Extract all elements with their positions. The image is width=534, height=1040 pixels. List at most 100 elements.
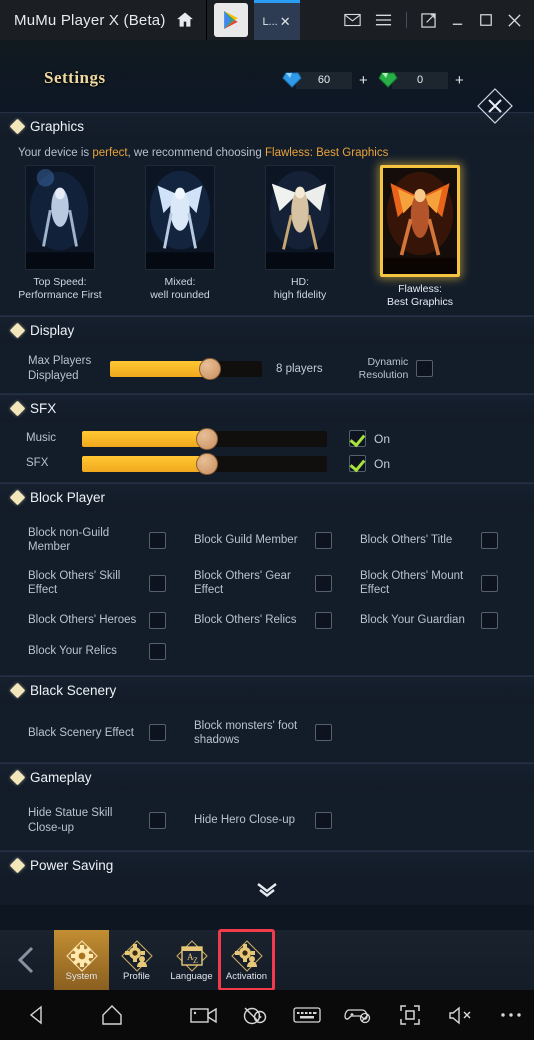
- settings-tab-strip: System Profile A Z Language Activation: [0, 929, 534, 990]
- menu-icon[interactable]: [375, 13, 392, 27]
- emulator-window: MuMu Player X (Beta) L... ✕ Settings 60 …: [0, 0, 534, 1040]
- max-players-label-line2: Displayed: [28, 369, 79, 382]
- window-controls: [344, 12, 534, 28]
- dynamic-resolution-checkbox[interactable]: [416, 360, 434, 378]
- sfx-toggle-checkbox[interactable]: [349, 455, 366, 472]
- slider-knob[interactable]: [195, 427, 218, 450]
- currency-green-add-button[interactable]: +: [455, 73, 464, 88]
- option-block-others-gear-effect[interactable]: Block Others' Gear Effect: [166, 562, 332, 605]
- game-tab[interactable]: L... ✕: [253, 0, 300, 40]
- graphics-label-line2: Best Graphics: [387, 296, 453, 309]
- option-checkbox[interactable]: [315, 531, 332, 549]
- back-icon[interactable]: [0, 1004, 75, 1026]
- gear-person-icon: [229, 938, 265, 974]
- keyboard-icon[interactable]: [281, 1006, 333, 1024]
- scroll-down-indicator[interactable]: [0, 879, 534, 905]
- block-player-grid: Block non-Guild Member Block Guild Membe…: [0, 511, 534, 675]
- graphics-option-top-speed[interactable]: Top Speed: Performance First: [0, 165, 120, 309]
- option-black-scenery-effect[interactable]: Black Scenery Effect: [0, 712, 166, 755]
- section-title: Black Scenery: [30, 682, 117, 698]
- option-block-others-skill-effect[interactable]: Block Others' Skill Effect: [0, 562, 166, 605]
- option-block-guild-member[interactable]: Block Guild Member: [166, 519, 332, 562]
- tab-system[interactable]: System: [54, 930, 109, 990]
- settings-header: Settings 60 + 0 +: [0, 40, 534, 124]
- option-checkbox[interactable]: [149, 531, 166, 549]
- max-players-slider[interactable]: [110, 357, 262, 380]
- diamond-bullet-icon: [9, 322, 26, 339]
- multi-window-icon[interactable]: [421, 12, 436, 28]
- mail-icon[interactable]: [344, 13, 361, 27]
- max-players-row: Max Players Displayed 8 players Dynamic …: [0, 344, 534, 393]
- music-toggle-checkbox[interactable]: [349, 430, 366, 447]
- option-checkbox[interactable]: [481, 531, 498, 549]
- tab-language[interactable]: A Z Language: [164, 930, 219, 990]
- option-checkbox[interactable]: [149, 642, 166, 660]
- section-header-graphics: Graphics: [0, 112, 534, 140]
- option-checkbox[interactable]: [315, 611, 332, 629]
- window-close-icon[interactable]: [507, 13, 522, 28]
- option-block-your-guardian[interactable]: Block Your Guardian: [332, 605, 498, 636]
- option-block-monsters-foot-shadows[interactable]: Block monsters' foot shadows: [166, 712, 332, 755]
- option-checkbox[interactable]: [149, 574, 166, 592]
- minimize-icon[interactable]: [450, 13, 465, 28]
- option-checkbox[interactable]: [149, 724, 166, 742]
- fullscreen-icon[interactable]: [384, 1004, 436, 1026]
- option-label: Block Others' Relics: [194, 613, 297, 626]
- tab-activation[interactable]: Activation: [218, 929, 275, 990]
- green-diamond-icon: [378, 70, 398, 90]
- graphics-option-mixed[interactable]: Mixed: well rounded: [120, 165, 240, 309]
- option-checkbox[interactable]: [149, 611, 166, 629]
- slider-knob[interactable]: [195, 452, 218, 475]
- music-slider[interactable]: [82, 427, 327, 450]
- slider-knob[interactable]: [199, 357, 222, 380]
- section-header-power-saving: Power Saving: [0, 851, 534, 879]
- option-block-your-relics[interactable]: Block Your Relics: [0, 636, 166, 667]
- option-checkbox[interactable]: [315, 812, 332, 830]
- black-scenery-grid: Black Scenery Effect Block monsters' foo…: [0, 704, 534, 763]
- home-icon[interactable]: [75, 1004, 150, 1026]
- display-panel: Max Players Displayed 8 players Dynamic …: [0, 344, 534, 394]
- page-title: Settings: [44, 68, 106, 87]
- gear-icon: [64, 938, 100, 974]
- close-icon[interactable]: ✕: [280, 14, 291, 30]
- graphics-option-flawless[interactable]: Flawless: Best Graphics: [360, 165, 480, 309]
- record-icon[interactable]: [178, 1005, 230, 1025]
- option-block-others-title[interactable]: Block Others' Title: [332, 519, 498, 562]
- option-checkbox[interactable]: [149, 812, 166, 830]
- android-nav-bar: [0, 990, 534, 1040]
- option-checkbox[interactable]: [481, 611, 498, 629]
- mute-icon[interactable]: [436, 1005, 488, 1025]
- option-block-others-mount-effect[interactable]: Block Others' Mount Effect: [332, 562, 498, 605]
- maximize-icon[interactable]: [479, 13, 493, 27]
- home-icon[interactable]: [174, 9, 196, 31]
- option-hide-statue-skill-closeup[interactable]: Hide Statue Skill Close-up: [0, 799, 166, 842]
- gamepad-disabled-icon[interactable]: [333, 1005, 385, 1025]
- sfx-row: SFX On: [0, 451, 534, 482]
- currency-blue-add-button[interactable]: +: [359, 73, 368, 88]
- graphics-thumbnail: [25, 165, 95, 270]
- black-scenery-panel: Black Scenery Effect Block monsters' foo…: [0, 703, 534, 764]
- tab-profile[interactable]: Profile: [109, 930, 164, 990]
- screenshot-icon[interactable]: [229, 1004, 281, 1026]
- option-block-others-relics[interactable]: Block Others' Relics: [166, 605, 332, 636]
- slider-fill: [82, 455, 207, 472]
- diamond-bullet-icon: [9, 857, 26, 874]
- back-button[interactable]: [0, 945, 54, 975]
- option-checkbox[interactable]: [481, 574, 498, 592]
- option-block-others-heroes[interactable]: Block Others' Heroes: [0, 605, 166, 636]
- option-checkbox[interactable]: [315, 724, 332, 742]
- close-settings-button[interactable]: [474, 85, 516, 127]
- more-icon[interactable]: [487, 1011, 534, 1019]
- option-label: Block Guild Member: [194, 534, 298, 547]
- sfx-slider[interactable]: [82, 452, 327, 475]
- option-hide-hero-closeup[interactable]: Hide Hero Close-up: [166, 799, 332, 842]
- option-checkbox[interactable]: [315, 574, 332, 592]
- option-block-non-guild-member[interactable]: Block non-Guild Member: [0, 519, 166, 562]
- play-store-tab[interactable]: [213, 3, 248, 37]
- gear-person-icon: [119, 938, 155, 974]
- graphics-option-label: HD: high fidelity: [274, 276, 327, 302]
- option-label: Black Scenery Effect: [28, 726, 134, 739]
- blue-diamond-icon: [282, 70, 302, 90]
- rec-choice: Flawless: Best Graphics: [264, 147, 389, 159]
- graphics-option-hd[interactable]: HD: high fidelity: [240, 165, 360, 309]
